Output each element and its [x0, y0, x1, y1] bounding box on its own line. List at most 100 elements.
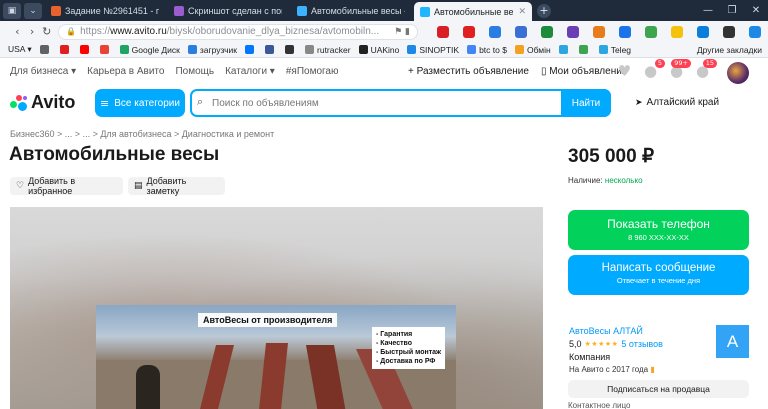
rating-stars-icon: ★★★★★ [584, 340, 619, 348]
region-selector[interactable]: ➤ Алтайский край [635, 97, 719, 108]
browser-tab[interactable]: Автомобильные весы - К [291, 1, 411, 20]
browser-tab[interactable]: Скриншот сделан с помо [168, 1, 288, 20]
availability-label: Наличие: [568, 176, 603, 185]
bookmark-item[interactable]: rutracker [305, 45, 351, 55]
bookmark-item[interactable] [99, 45, 112, 54]
notifications-bell-icon[interactable]: ● 5 [642, 59, 665, 80]
subscribe-seller-button[interactable]: Подписаться на продавца [568, 380, 749, 398]
extension-icon[interactable] [644, 25, 657, 38]
photo-gallery[interactable]: АвтоВесы от производителя - Гарантия - Ка… [10, 207, 543, 409]
close-tab-icon[interactable]: ✕ [518, 6, 526, 17]
bookmark-item[interactable]: btc to $ [467, 45, 507, 55]
show-phone-button[interactable]: Показать телефон 8 960 XXX-XX-XX [568, 210, 749, 250]
bookmark-item[interactable]: Google Диск [119, 45, 180, 55]
bookmark-item[interactable] [245, 45, 257, 54]
url-protocol: https:// [80, 26, 111, 37]
tab-title: Автомобильные весы - К [311, 5, 405, 16]
cart-icon[interactable]: ● 15 [694, 59, 717, 80]
back-icon[interactable]: ‹ [10, 25, 25, 38]
bookmark-item[interactable] [285, 45, 297, 54]
other-bookmarks[interactable]: Другие закладки [697, 42, 762, 57]
close-window-icon[interactable]: ✕ [744, 5, 768, 16]
user-avatar[interactable] [727, 62, 749, 84]
url-field[interactable]: 🔒 https:// www.avito.ru /biysk/oborudova… [58, 23, 418, 40]
extension-icon[interactable] [748, 25, 761, 38]
window-menu-icon[interactable]: ▣ [3, 2, 21, 19]
extension-icon[interactable] [462, 25, 475, 38]
bookmark-item[interactable]: SINOPTIK [407, 45, 459, 55]
top-actions: + Разместить объявление ▯ Мои объявления [408, 66, 639, 77]
bookmark-item[interactable] [558, 45, 571, 54]
reload-icon[interactable]: ↻ [39, 25, 54, 38]
add-note-button[interactable]: ▤ Добавить заметку [128, 176, 225, 196]
extension-icon[interactable] [670, 25, 683, 38]
bookmark-item[interactable]: Teleg [598, 45, 631, 55]
browser-tab[interactable]: Автомобильные весы ✕ [414, 2, 532, 21]
post-ad-link[interactable]: + Разместить объявление [408, 66, 529, 77]
tab-list-icon[interactable]: ⌄ [24, 2, 42, 19]
extension-icon[interactable] [488, 25, 501, 38]
add-favorite-label: Добавить в избранное [28, 176, 76, 196]
messages-chat-icon[interactable]: ● 99+ [668, 59, 691, 80]
favorites-heart-icon[interactable]: ♥ [616, 63, 633, 80]
extension-icon[interactable] [540, 25, 553, 38]
bookmark-favicon-icon [358, 45, 368, 54]
bookmark-item[interactable]: Обмін [514, 45, 551, 55]
search-input[interactable] [212, 95, 552, 111]
photo-feature-item: - Качество [376, 340, 413, 347]
bookmark-item[interactable] [578, 45, 591, 54]
note-icon: ▤ [134, 181, 143, 191]
bookmark-star-icon[interactable]: ⚑ ▮ [394, 27, 410, 37]
phone-number: 8 960 XXX-XX-XX [628, 233, 689, 242]
bookmark-item[interactable]: загрузчик [187, 45, 237, 55]
hamburger-icon: ≡ [100, 96, 110, 110]
my-ads-link[interactable]: ▯ Мои объявления [541, 66, 627, 77]
extension-icon[interactable] [618, 25, 631, 38]
medal-icon: ▮ [650, 365, 655, 374]
window-controls: — ❐ ✕ [696, 0, 768, 21]
person-shadow [136, 365, 160, 409]
rating-value: 5,0 [569, 339, 582, 349]
avito-logo[interactable]: Avito [10, 92, 75, 113]
bookmark-favicon-icon [187, 45, 197, 54]
topnav-link[interactable]: Карьера в Авито [87, 66, 164, 77]
breadcrumb[interactable]: Бизнес360 > ... > ... > Для автобизнеса … [10, 129, 274, 139]
extension-icon[interactable] [514, 25, 527, 38]
all-categories-button[interactable]: ≡ Все категории [95, 89, 185, 117]
extension-icon[interactable] [592, 25, 605, 38]
seller-avatar[interactable]: A [716, 325, 749, 358]
bookmark-item[interactable] [59, 45, 72, 54]
topnav-link[interactable]: Помощь [175, 66, 214, 77]
tab-favicon-icon [420, 6, 430, 17]
add-favorite-button[interactable]: ♡ Добавить в избранное [10, 176, 123, 196]
new-tab-button[interactable]: + [537, 3, 551, 18]
search-button[interactable]: Найти [561, 89, 611, 117]
reviews-link[interactable]: 5 отзывов [621, 339, 663, 349]
bookmark-label: btc to $ [479, 44, 507, 55]
write-message-button[interactable]: Написать сообщение Отвечает в течение дн… [568, 255, 749, 295]
main-photo[interactable]: АвтоВесы от производителя - Гарантия - Ка… [96, 305, 456, 409]
avito-page: Для бизнеса ▾ Карьера в Авито Помощь Катало… [0, 58, 768, 409]
bookmark-item[interactable]: USA ▾ [8, 44, 32, 55]
write-message-label: Написать сообщение [601, 262, 716, 274]
topnav-link[interactable]: #яПомогаю [286, 66, 339, 77]
topnav-link[interactable]: Каталоги ▾ [225, 66, 275, 77]
bookmark-item[interactable] [79, 45, 92, 54]
extension-icon[interactable] [722, 25, 735, 38]
bookmark-item[interactable] [265, 45, 277, 54]
extension-icon[interactable] [696, 25, 709, 38]
topnav-link[interactable]: Для бизнеса ▾ [10, 66, 76, 77]
bookmark-favicon-icon [79, 45, 89, 54]
show-phone-label: Показать телефон [607, 217, 710, 231]
forward-icon[interactable]: › [25, 25, 40, 38]
bookmark-item[interactable]: UAKino [358, 45, 399, 55]
bookmark-item[interactable] [39, 45, 52, 54]
maximize-icon[interactable]: ❐ [720, 5, 744, 16]
extension-icon[interactable] [436, 25, 449, 38]
browser-tab[interactable]: Задание №2961451 - про [45, 1, 165, 20]
extension-icon[interactable] [566, 25, 579, 38]
bookmark-favicon-icon [39, 45, 49, 54]
minimize-icon[interactable]: — [696, 5, 720, 16]
tab-title: Автомобильные весы [434, 6, 514, 17]
seller-name-link[interactable]: АвтоВесы АЛТАЙ [569, 326, 663, 336]
